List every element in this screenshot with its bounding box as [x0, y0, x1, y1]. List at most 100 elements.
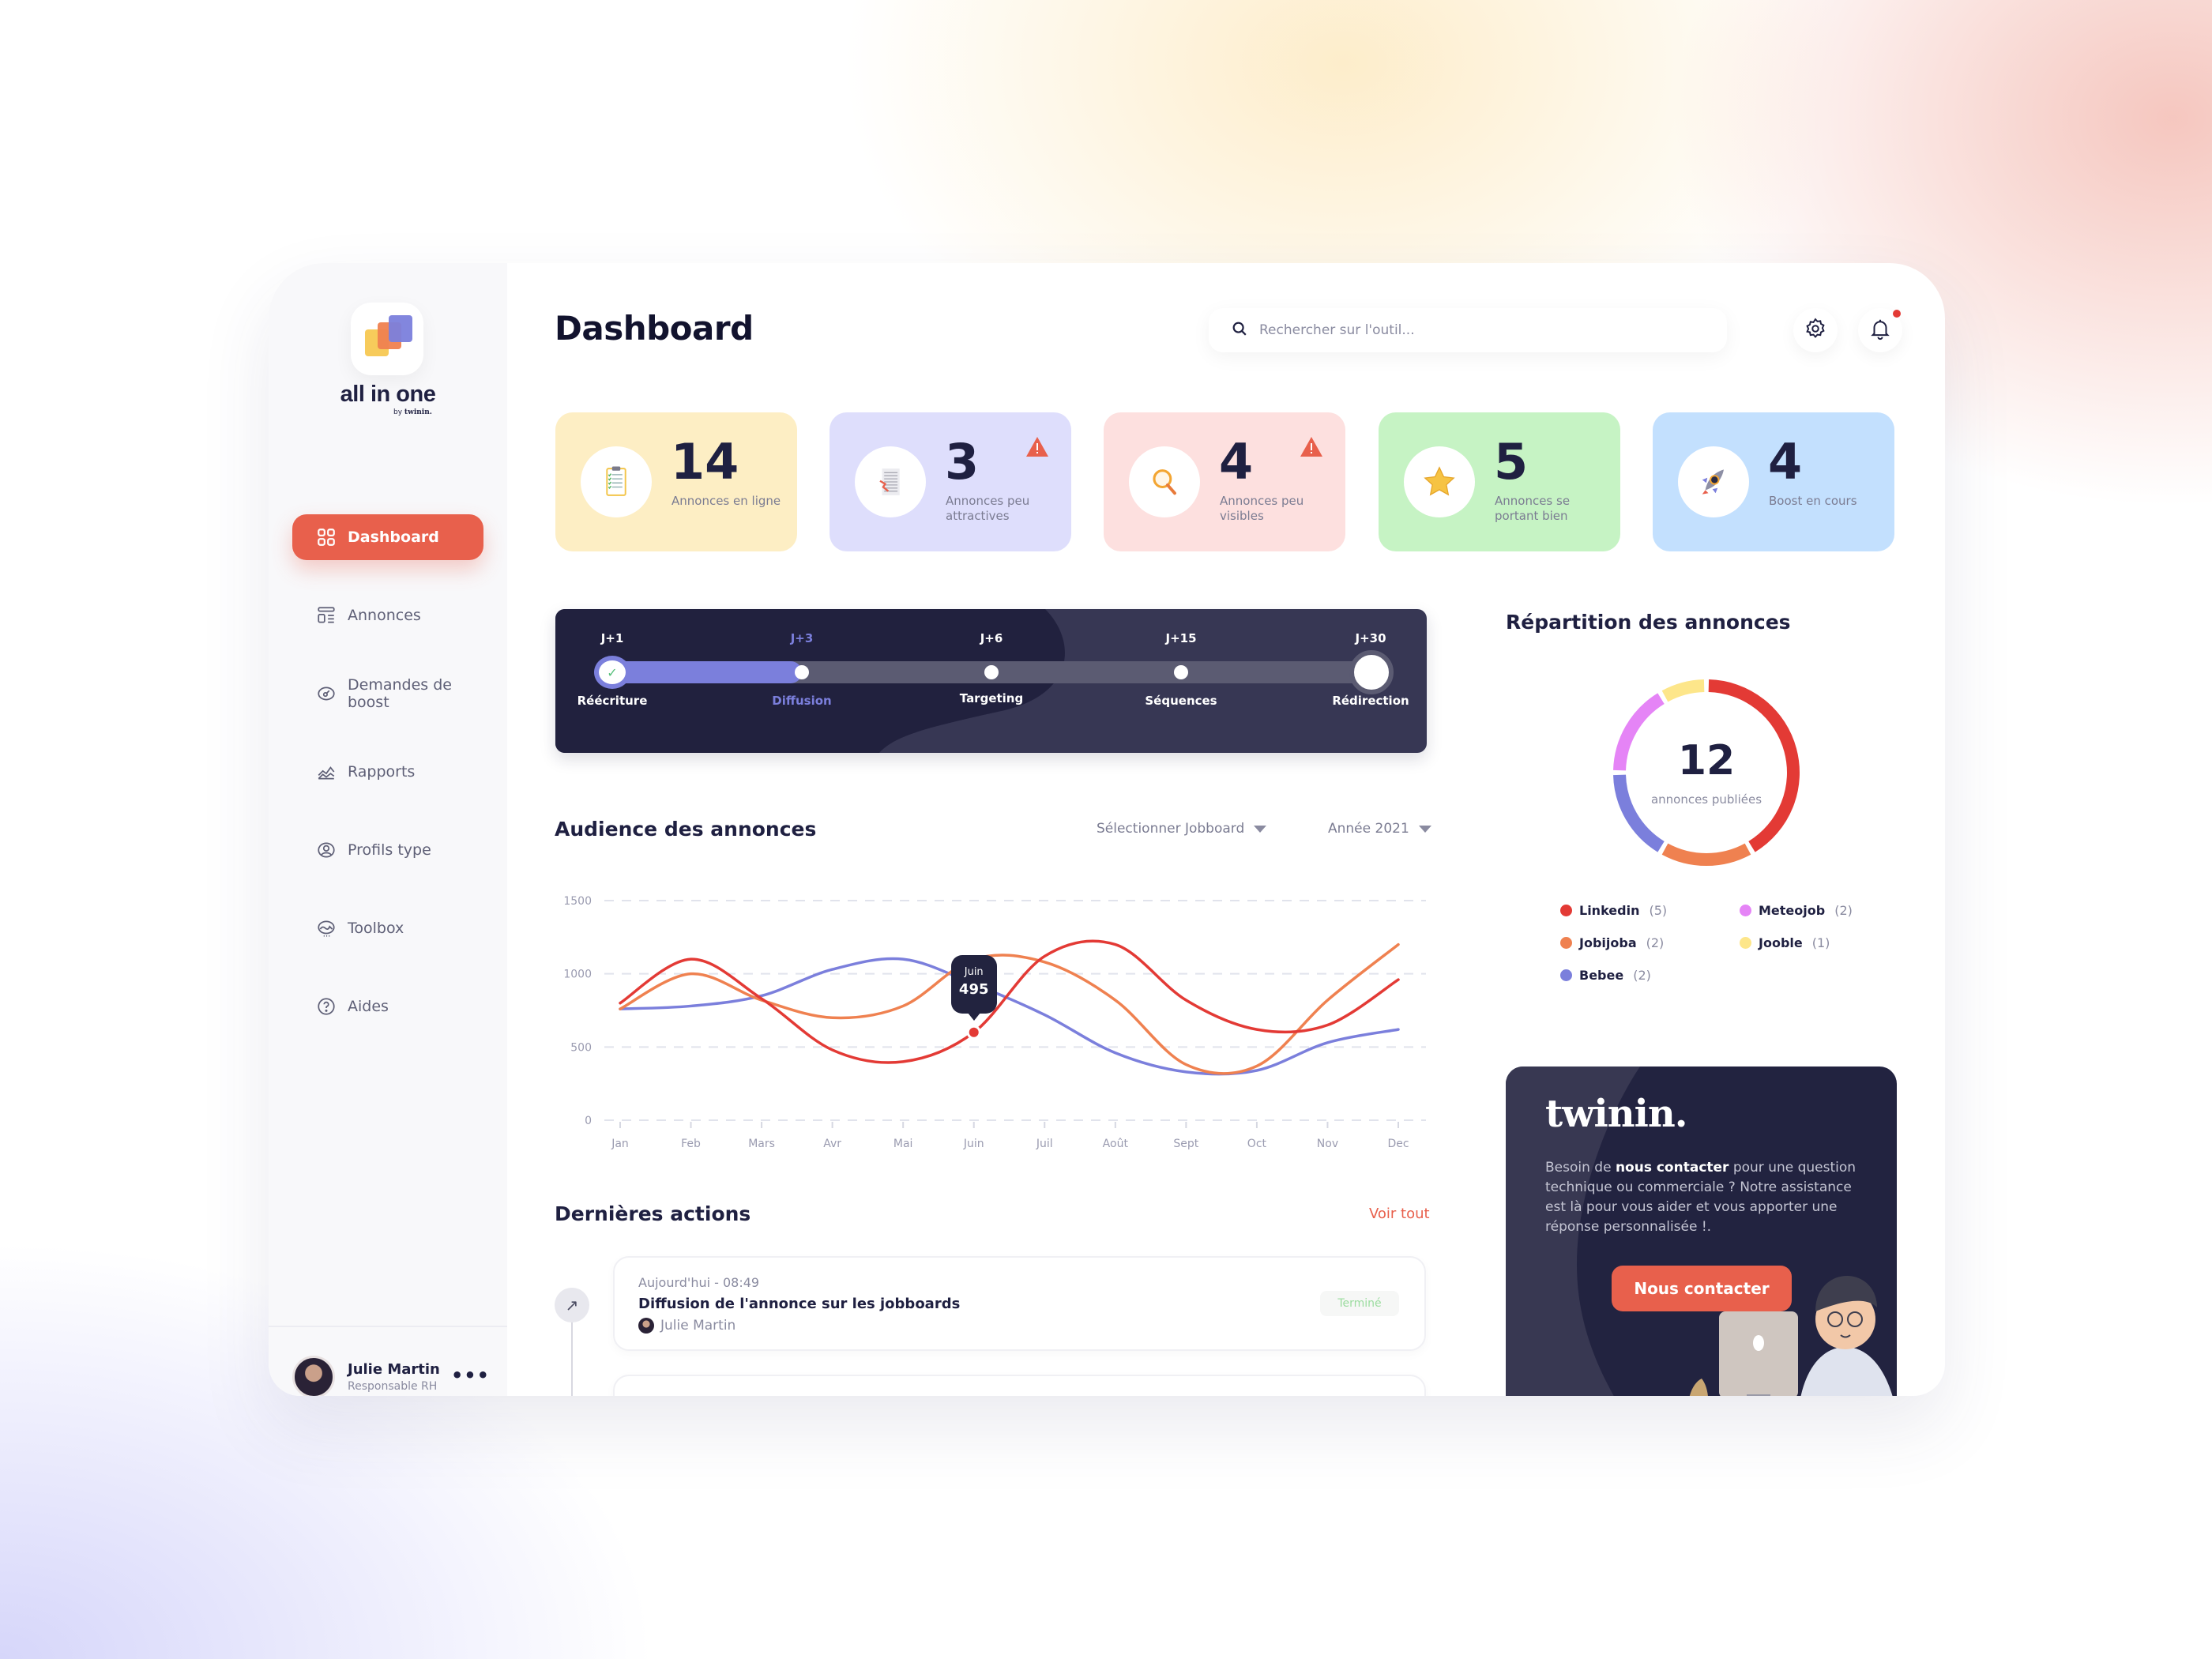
stat-card-online[interactable]: 14 Annonces en ligne	[555, 412, 797, 551]
sidebar-item-label: Demandes de boost	[348, 676, 452, 711]
step-name: Séquences	[1145, 694, 1217, 708]
stat-value: 3	[945, 433, 980, 491]
sidebar-item-annonces[interactable]: Annonces	[292, 592, 483, 638]
action-item[interactable]: Aujourd'hui - 08:49 Diffusion de l'annon…	[613, 1256, 1426, 1351]
bell-icon	[1868, 317, 1892, 344]
tooltip-month: Juin	[964, 965, 984, 978]
legend-count: (2)	[1834, 903, 1853, 918]
year-select-label: Année 2021	[1328, 821, 1409, 837]
chevron-down-icon	[1254, 825, 1267, 833]
step-day: J+6	[980, 631, 1003, 645]
stat-card-low-visibility[interactable]: 4 Annonces peu visibles	[1104, 412, 1345, 551]
legend-count: (2)	[1646, 935, 1665, 950]
x-tick-label: Oct	[1247, 1138, 1267, 1150]
repartition-donut: 12 annonces publiées	[1517, 658, 1896, 895]
user-role: Responsable RH	[348, 1380, 438, 1393]
sidebar-item-toolbox[interactable]: Toolbox	[292, 905, 483, 951]
sidebar-item-aides[interactable]: Aides	[292, 984, 483, 1029]
gauge-icon	[316, 683, 337, 704]
step-name: Diffusion	[772, 694, 832, 708]
search-bar[interactable]	[1209, 308, 1727, 352]
page-title: Dashboard	[555, 309, 754, 348]
app-window: all in one by twinin. Dashboard Annonces…	[269, 263, 1945, 1396]
step-name: Rédirection	[1332, 694, 1409, 708]
contact-brand: twinin.	[1545, 1092, 1687, 1136]
sidebar-item-label: Profils type	[348, 841, 431, 859]
user-name: Julie Martin	[348, 1361, 440, 1378]
stat-value: 5	[1494, 433, 1529, 491]
action-item[interactable]	[613, 1375, 1426, 1396]
sidebar-item-profils-type[interactable]: Profils type	[292, 827, 483, 873]
step-dot	[984, 665, 999, 679]
stat-label: Annonces se portant bien	[1495, 494, 1571, 523]
arrow-up-right-icon: ↗	[555, 1288, 589, 1322]
sidebar-item-rapports[interactable]: Rapports	[292, 749, 483, 795]
series-line-bebee	[619, 957, 1400, 1076]
sidebar: all in one by twinin. Dashboard Annonces…	[269, 263, 507, 1396]
sidebar-item-label: Dashboard	[348, 529, 439, 546]
step-day: J+1	[600, 631, 624, 645]
x-tick-label: Juin	[963, 1138, 984, 1150]
rocket-icon	[1678, 446, 1749, 517]
x-tick-label: Mars	[748, 1138, 775, 1150]
user-circle-icon	[316, 840, 337, 860]
see-all-link[interactable]: Voir tout	[1369, 1206, 1430, 1222]
sidebar-item-demandes-de-boost[interactable]: Demandes de boost	[292, 671, 483, 717]
y-tick-label: 500	[570, 1041, 592, 1054]
donut-segment-jobijoba[interactable]	[1661, 843, 1751, 866]
help-circle-icon	[316, 996, 337, 1017]
contact-text: Besoin de nous contacter pour une questi…	[1545, 1158, 1861, 1237]
stat-label: Boost en cours	[1769, 494, 1857, 508]
legend-swatch	[1740, 905, 1751, 916]
stat-value: 4	[1768, 433, 1803, 491]
stat-card-boost[interactable]: 4 Boost en cours	[1653, 412, 1894, 551]
year-select[interactable]: Année 2021	[1328, 821, 1431, 837]
legend-item: Linkedin (5)	[1560, 903, 1667, 918]
tooltip-value: 495	[958, 980, 989, 998]
audience-title: Audience des annonces	[555, 818, 817, 841]
series-line-jobijoba	[619, 942, 1400, 1075]
notifications-button[interactable]	[1858, 308, 1902, 352]
step-dot	[1174, 665, 1188, 679]
donut-segment-jooble[interactable]	[1661, 679, 1705, 702]
legend-count: (2)	[1633, 968, 1651, 983]
legend-item: Jobijoba (2)	[1560, 935, 1664, 950]
stat-card-unattractive[interactable]: 3 Annonces peu attractives	[830, 412, 1071, 551]
brand-company: twinin.	[404, 408, 432, 416]
settings-button[interactable]	[1793, 308, 1838, 352]
legend-name: Jobijoba	[1579, 935, 1637, 950]
step-day: J+3	[790, 631, 814, 645]
sidebar-item-label: Aides	[348, 998, 389, 1015]
search-input[interactable]	[1259, 322, 1702, 338]
stat-value: 4	[1219, 433, 1254, 491]
more-options-icon[interactable]: •••	[451, 1364, 490, 1386]
legend-swatch	[1560, 937, 1572, 949]
warning-icon	[1026, 437, 1048, 457]
y-tick-label: 1000	[563, 969, 592, 981]
highlight-point	[969, 1027, 979, 1037]
area-chart-icon	[316, 762, 337, 782]
sidebar-item-dashboard[interactable]: Dashboard	[292, 514, 483, 560]
clipboard-icon	[581, 446, 652, 517]
audience-chart: 0 500 1000 1500 Jan Feb Mars Avr Mai Juin Juil Août…	[537, 871, 1438, 1156]
step-name: Réécriture	[577, 694, 648, 708]
contact-text-part: Besoin de	[1545, 1160, 1616, 1176]
donut-segment-bebee[interactable]	[1613, 774, 1665, 852]
sidebar-item-label: Toolbox	[348, 920, 404, 937]
x-tick-label: Mai	[893, 1138, 913, 1150]
jobboard-select[interactable]: Sélectionner Jobboard	[1097, 821, 1267, 837]
stat-card-healthy[interactable]: 5 Annonces se portant bien	[1379, 412, 1620, 551]
gear-icon	[1804, 317, 1827, 344]
step-day: J+30	[1355, 631, 1386, 645]
legend-swatch	[1560, 969, 1572, 981]
y-tick-label: 1500	[563, 895, 592, 908]
legend-name: Bebee	[1579, 968, 1624, 983]
notification-badge	[1893, 310, 1901, 318]
stat-label: Annonces en ligne	[672, 494, 781, 508]
repartition-title: Répartition des annonces	[1506, 611, 1791, 634]
contact-button[interactable]: Nous contacter	[1612, 1266, 1792, 1311]
user-profile[interactable]: Julie Martin Responsable RH •••	[292, 1353, 490, 1396]
brand-byline: by twinin.	[393, 408, 432, 416]
step-name: Targeting	[959, 691, 1024, 705]
legend-name: Linkedin	[1579, 903, 1640, 918]
